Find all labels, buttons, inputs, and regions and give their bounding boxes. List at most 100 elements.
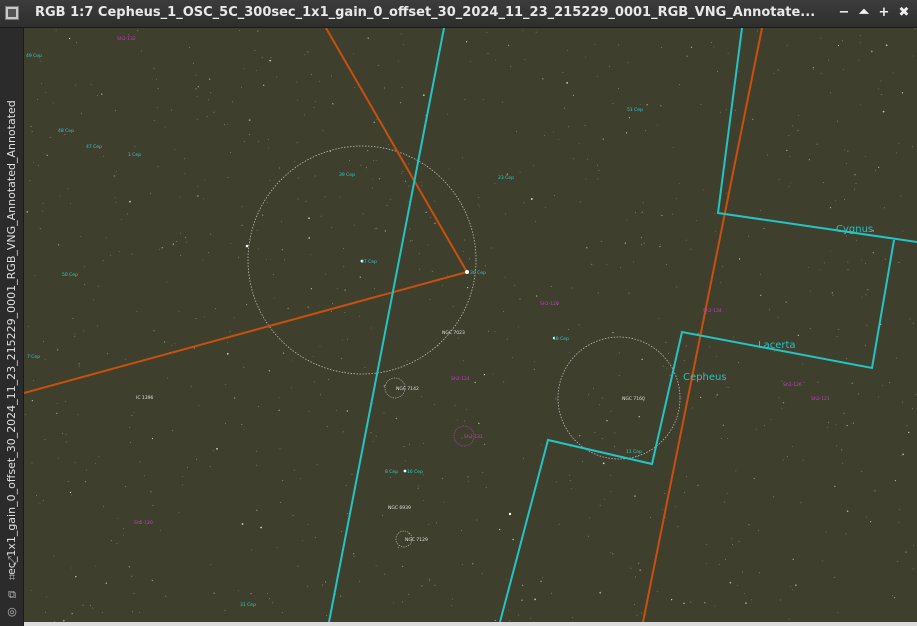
star [136,311,138,313]
star [383,385,385,387]
star [705,544,707,545]
link-icon[interactable]: ⤡ [5,554,19,568]
star [187,467,188,468]
star [241,523,244,525]
star [33,380,35,382]
star [30,125,32,128]
star-label: 50 Cep [62,272,78,278]
star [383,573,385,575]
star [133,411,135,413]
star [637,456,638,458]
star [635,212,636,213]
star [267,202,268,204]
star [837,120,838,122]
star [510,66,512,68]
star [367,37,369,39]
star [679,84,680,86]
target-icon[interactable]: ◎ [5,605,19,619]
star [421,585,423,587]
star [246,304,248,306]
star [645,130,646,132]
star [58,244,60,246]
star [154,68,155,69]
star [341,339,343,341]
star [777,69,779,71]
star [483,374,485,376]
star [105,237,107,239]
maximize-button[interactable]: + [876,5,892,21]
star [571,488,573,490]
star [572,617,574,619]
star [684,492,685,493]
title-bar[interactable]: RGB 1:7 Cepheus_1_OSC_5C_300sec_1x1_gain… [0,0,917,28]
horizontal-scrollbar[interactable] [24,622,917,626]
star [778,397,780,399]
star [97,95,99,96]
star [889,382,891,384]
star [748,235,750,237]
star [899,509,900,510]
star [536,295,538,297]
star [725,558,726,560]
star [759,572,760,574]
star [797,334,799,336]
star [909,318,911,320]
star [152,505,154,506]
star [234,397,236,399]
star [314,175,316,177]
star [584,125,586,126]
star [229,331,231,333]
star [856,239,857,241]
star [534,361,535,363]
star [178,310,180,312]
star [206,115,208,117]
star [195,74,197,76]
star [284,259,285,261]
star [686,345,688,347]
star [724,501,725,503]
vertical-title: ec_1x1_gain_0_offset_30_2024_11_23_21522… [5,100,18,575]
star [612,103,614,105]
star [67,188,69,190]
star [421,185,423,187]
star [95,463,97,465]
copy-icon[interactable]: ⧉ [5,588,19,602]
window-icon[interactable] [5,6,19,20]
close-button[interactable]: ✖ [896,5,912,21]
star [690,248,692,250]
star [209,78,211,80]
star [33,162,35,164]
star [661,214,663,217]
minimize-button[interactable]: − [836,5,852,21]
star [866,516,867,518]
star [359,276,361,278]
shade-button[interactable]: ⏶ [856,5,872,21]
star [267,139,269,141]
orange-line-right [642,28,763,622]
star [378,65,380,66]
star [503,381,505,383]
star [196,118,198,120]
star [880,94,882,95]
star [114,197,116,198]
star [704,602,706,604]
star [488,330,489,332]
fit-icon[interactable]: ⌗ [5,571,19,585]
star [278,409,280,411]
star [912,408,913,410]
star [842,462,844,464]
star [435,522,437,524]
star [634,495,636,497]
image-viewport[interactable]: Cygnus Lacerta Cepheus 49 Cep 48 Cep 47 … [24,28,917,622]
star [819,269,821,271]
star [589,517,590,519]
star [821,560,823,562]
constellation-label-cygnus: Cygnus [836,224,873,235]
star [97,325,98,327]
star [406,360,408,362]
star [599,504,601,506]
star [175,241,177,242]
star [403,446,405,447]
star [884,207,885,209]
star [461,437,463,439]
